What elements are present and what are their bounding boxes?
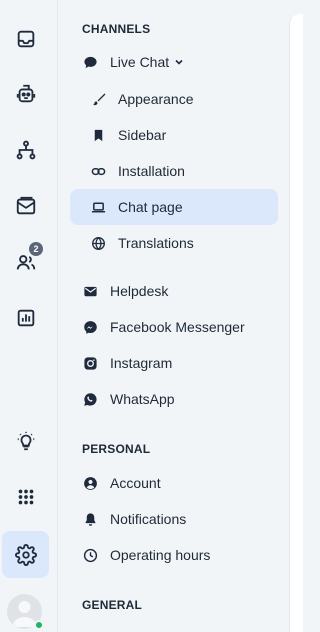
ideas-nav-button[interactable]	[3, 418, 48, 463]
main-content-edge	[289, 14, 303, 632]
notifications-label: Notifications	[110, 511, 187, 527]
sidebar-item[interactable]: Sidebar	[70, 117, 278, 153]
helpdesk-item[interactable]: Helpdesk	[70, 273, 278, 309]
apps-nav-button[interactable]	[3, 474, 48, 519]
clock-icon	[82, 547, 98, 563]
notifications-item[interactable]: Notifications	[70, 501, 278, 537]
icon-rail: 2	[0, 0, 58, 632]
bot-icon	[16, 84, 35, 102]
bookmark-icon	[90, 127, 106, 143]
bot-nav-button[interactable]	[3, 71, 48, 116]
mail-nav-button[interactable]	[3, 183, 48, 228]
facebook-messenger-item[interactable]: Facebook Messenger	[70, 309, 278, 345]
settings-panel: CHANNELS Live Chat Appearance Sidebar In…	[59, 0, 289, 632]
live-chat-item[interactable]: Live Chat	[70, 44, 278, 80]
translations-label: Translations	[118, 235, 194, 251]
installation-label: Installation	[118, 163, 185, 179]
live-chat-label: Live Chat	[110, 54, 170, 70]
operating-hours-label: Operating hours	[110, 547, 211, 563]
messenger-icon	[82, 319, 98, 335]
section-personal-heading: PERSONAL	[82, 442, 151, 456]
instagram-icon	[82, 355, 98, 371]
online-status-dot	[34, 620, 44, 630]
envelope-icon	[82, 283, 98, 299]
instagram-item[interactable]: Instagram	[70, 345, 278, 381]
section-general-heading: GENERAL	[82, 598, 143, 612]
settings-gear-icon	[14, 543, 37, 566]
translations-item[interactable]: Translations	[70, 225, 278, 261]
whatsapp-icon	[82, 391, 98, 407]
apps-grid-icon	[18, 489, 33, 504]
chevron-down-icon	[174, 57, 184, 67]
whatsapp-item[interactable]: WhatsApp	[70, 381, 278, 417]
account-item[interactable]: Account	[70, 465, 278, 501]
section-channels-heading: CHANNELS	[82, 22, 151, 36]
chat-page-label: Chat page	[118, 199, 183, 215]
sidebar-label: Sidebar	[118, 127, 167, 143]
flow-icon	[16, 140, 35, 159]
helpdesk-label: Helpdesk	[110, 283, 169, 299]
mail-icon	[16, 196, 35, 214]
inbox-icon	[17, 30, 34, 47]
flows-nav-button[interactable]	[3, 127, 48, 172]
analytics-nav-button[interactable]	[3, 295, 48, 340]
user-circle-icon	[82, 475, 98, 491]
appearance-label: Appearance	[118, 91, 194, 107]
chat-bubble-icon	[82, 54, 98, 70]
link-icon	[90, 163, 106, 179]
appearance-item[interactable]: Appearance	[70, 81, 278, 117]
chat-page-item[interactable]: Chat page	[70, 189, 278, 225]
contacts-badge: 2	[29, 242, 43, 256]
brush-icon	[90, 91, 106, 107]
laptop-icon	[90, 199, 106, 215]
inbox-nav-button[interactable]	[3, 16, 48, 61]
lightbulb-icon	[17, 431, 34, 450]
instagram-label: Instagram	[110, 355, 173, 371]
settings-nav-button[interactable]	[2, 531, 49, 578]
bell-icon	[82, 511, 98, 527]
globe-icon	[90, 235, 106, 251]
analytics-icon	[17, 309, 34, 326]
installation-item[interactable]: Installation	[70, 153, 278, 189]
facebook-messenger-label: Facebook Messenger	[110, 319, 245, 335]
whatsapp-label: WhatsApp	[110, 391, 175, 407]
contacts-nav-button[interactable]: 2	[3, 239, 48, 284]
operating-hours-item[interactable]: Operating hours	[70, 537, 278, 573]
account-label: Account	[110, 475, 161, 491]
